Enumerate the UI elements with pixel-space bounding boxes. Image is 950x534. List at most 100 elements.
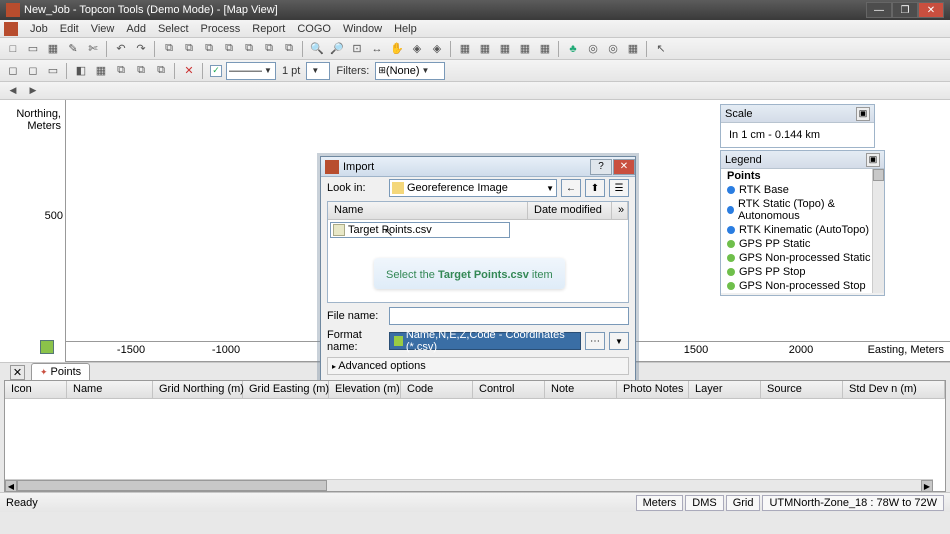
advanced-options[interactable]: ▸ Advanced options bbox=[327, 357, 629, 375]
tool-icon[interactable]: □ bbox=[4, 40, 22, 58]
tool-icon[interactable]: ⧉ bbox=[220, 40, 238, 58]
menu-view[interactable]: View bbox=[85, 23, 121, 35]
tool-icon[interactable]: ⧉ bbox=[160, 40, 178, 58]
col-control[interactable]: Control bbox=[473, 381, 545, 398]
tool-icon[interactable]: ⧉ bbox=[112, 62, 130, 80]
legend-item[interactable]: GPS Non-processed Static bbox=[721, 251, 884, 265]
status-angle[interactable]: DMS bbox=[685, 495, 723, 511]
nav-prev-icon[interactable]: ◀ bbox=[4, 82, 22, 100]
legend-scrollbar[interactable] bbox=[872, 169, 884, 293]
tool-icon[interactable]: ↶ bbox=[112, 40, 130, 58]
file-item[interactable]: Target Points.csv ↖ bbox=[330, 222, 510, 238]
scrollbar-thumb[interactable] bbox=[17, 480, 327, 491]
tool-icon[interactable]: ◈ bbox=[408, 40, 426, 58]
menu-job[interactable]: Job bbox=[24, 23, 54, 35]
menu-window[interactable]: Window bbox=[337, 23, 388, 35]
menu-report[interactable]: Report bbox=[246, 23, 291, 35]
tool-icon[interactable]: ✎ bbox=[64, 40, 82, 58]
panel-close-icon[interactable]: ▣ bbox=[856, 107, 870, 121]
col-name[interactable]: Name bbox=[67, 381, 153, 398]
col-layer[interactable]: Layer bbox=[689, 381, 761, 398]
tool-icon[interactable]: ▦ bbox=[536, 40, 554, 58]
panel-close-icon[interactable]: ▣ bbox=[866, 153, 880, 167]
format-edit-button[interactable]: ⋯ bbox=[585, 332, 605, 350]
col-code[interactable]: Code bbox=[401, 381, 473, 398]
legend-item[interactable]: RTK Base bbox=[721, 183, 884, 197]
tool-icon[interactable]: ▦ bbox=[44, 40, 62, 58]
grid-hscroll[interactable]: ◀ ▶ bbox=[5, 479, 933, 491]
back-button[interactable]: ← bbox=[561, 179, 581, 197]
format-combo[interactable]: Name,N,E,Z,Code - Coordinates (*.csv) bbox=[389, 332, 581, 350]
menu-process[interactable]: Process bbox=[195, 23, 247, 35]
tool-icon[interactable]: ▭ bbox=[24, 40, 42, 58]
legend-item[interactable]: RTK Kinematic (AutoTopo) bbox=[721, 223, 884, 237]
tool-icon[interactable]: ▦ bbox=[476, 40, 494, 58]
tab-points[interactable]: ✦Points bbox=[31, 363, 90, 380]
tool-icon[interactable]: ⧉ bbox=[260, 40, 278, 58]
menu-add[interactable]: Add bbox=[120, 23, 152, 35]
tool-icon[interactable]: ⧉ bbox=[152, 62, 170, 80]
col-photo[interactable]: Photo Notes bbox=[617, 381, 689, 398]
tool-icon[interactable]: ◧ bbox=[72, 62, 90, 80]
close-button[interactable]: ✕ bbox=[918, 2, 944, 18]
minimize-button[interactable]: — bbox=[866, 2, 892, 18]
col-stddev[interactable]: Std Dev n (m) bbox=[843, 381, 945, 398]
zoom-out-icon[interactable]: 🔎 bbox=[328, 40, 346, 58]
tab-close-icon[interactable]: ✕ bbox=[10, 365, 25, 380]
legend-item[interactable]: GPS Non-processed Stop bbox=[721, 279, 884, 293]
legend-item[interactable]: GPS PP Static bbox=[721, 237, 884, 251]
tool-icon[interactable]: ◎ bbox=[604, 40, 622, 58]
tool-icon[interactable]: ▭ bbox=[44, 62, 62, 80]
line-checkbox[interactable]: ✓ bbox=[210, 65, 222, 77]
zoom-icon[interactable]: ⊡ bbox=[348, 40, 366, 58]
maximize-button[interactable]: ❐ bbox=[892, 2, 918, 18]
status-coord[interactable]: Grid bbox=[726, 495, 761, 511]
tool-icon[interactable]: ◈ bbox=[428, 40, 446, 58]
col-easting[interactable]: Grid Easting (m) bbox=[243, 381, 329, 398]
zoom-icon[interactable]: ↔ bbox=[368, 40, 386, 58]
status-units[interactable]: Meters bbox=[636, 495, 684, 511]
line-style-combo[interactable]: ———▼ bbox=[226, 62, 276, 80]
tool-icon[interactable]: ◻ bbox=[4, 62, 22, 80]
lookin-combo[interactable]: Georeference Image▼ bbox=[389, 179, 557, 197]
col-northing[interactable]: Grid Northing (m) bbox=[153, 381, 243, 398]
format-dropdown-button[interactable]: ▼ bbox=[609, 332, 629, 350]
pan-icon[interactable]: ✋ bbox=[388, 40, 406, 58]
filters-combo[interactable]: ⊞ (None)▼ bbox=[375, 62, 445, 80]
legend-item[interactable]: GPS PP Stop bbox=[721, 265, 884, 279]
tool-icon[interactable]: ▦ bbox=[456, 40, 474, 58]
tool-icon[interactable]: ✄ bbox=[84, 40, 102, 58]
up-button[interactable]: ⬆ bbox=[585, 179, 605, 197]
tool-icon[interactable]: ◻ bbox=[24, 62, 42, 80]
col-source[interactable]: Source bbox=[761, 381, 843, 398]
tool-icon[interactable]: ↷ bbox=[132, 40, 150, 58]
nav-next-icon[interactable]: ▶ bbox=[24, 82, 42, 100]
scroll-left-icon[interactable]: ◀ bbox=[5, 480, 17, 492]
col-icon[interactable]: Icon bbox=[5, 381, 67, 398]
menu-select[interactable]: Select bbox=[152, 23, 195, 35]
map-origin-icon[interactable] bbox=[40, 340, 54, 354]
col-note[interactable]: Note bbox=[545, 381, 617, 398]
views-button[interactable]: ☰ bbox=[609, 179, 629, 197]
tool-icon[interactable]: ▦ bbox=[92, 62, 110, 80]
pointer-icon[interactable]: ↖ bbox=[652, 40, 670, 58]
more-cols-button[interactable]: » bbox=[612, 202, 628, 219]
dialog-help-button[interactable]: ? bbox=[590, 159, 612, 175]
dialog-close-button[interactable]: ✕ bbox=[613, 159, 635, 175]
status-projection[interactable]: UTMNorth-Zone_18 : 78W to 72W bbox=[762, 495, 944, 511]
col-name[interactable]: Name bbox=[328, 202, 528, 219]
tool-icon[interactable]: ▦ bbox=[624, 40, 642, 58]
delete-icon[interactable]: ✕ bbox=[180, 62, 198, 80]
col-date[interactable]: Date modified bbox=[528, 202, 612, 219]
tool-icon[interactable]: ⧉ bbox=[200, 40, 218, 58]
pt-combo[interactable]: ▼ bbox=[306, 62, 330, 80]
scrollbar-thumb[interactable] bbox=[873, 169, 884, 181]
tool-icon[interactable]: ⧉ bbox=[280, 40, 298, 58]
tool-icon[interactable]: ▦ bbox=[516, 40, 534, 58]
tool-icon[interactable]: ⧉ bbox=[132, 62, 150, 80]
menu-edit[interactable]: Edit bbox=[54, 23, 85, 35]
filename-input[interactable] bbox=[389, 307, 629, 325]
tool-icon[interactable]: ⧉ bbox=[180, 40, 198, 58]
tool-icon[interactable]: ♣ bbox=[564, 40, 582, 58]
menu-cogo[interactable]: COGO bbox=[291, 23, 337, 35]
